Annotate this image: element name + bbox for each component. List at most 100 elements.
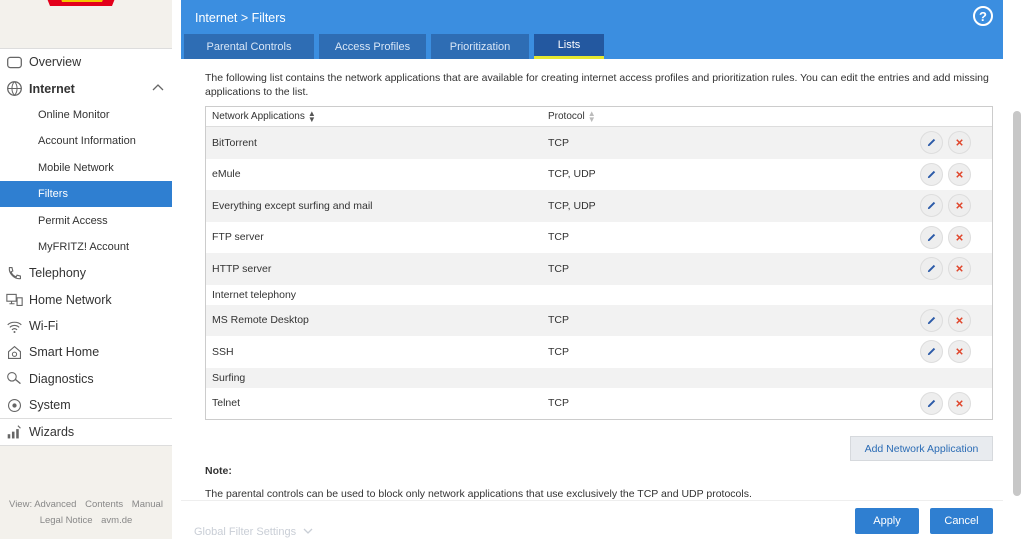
app-protocol: TCP — [548, 262, 569, 275]
delete-button[interactable] — [948, 225, 971, 249]
app-name: eMule — [212, 168, 241, 181]
close-icon — [956, 170, 963, 178]
sort-icon: ▲ ▼ — [587, 108, 596, 124]
app-name: Surfing — [212, 371, 246, 384]
tab-lists[interactable]: Lists — [534, 34, 604, 59]
avm-link[interactable]: avm.de — [101, 515, 132, 526]
nav-account-information[interactable]: Account Information — [0, 128, 172, 154]
app-name: Internet telephony — [212, 288, 297, 301]
action-bar: Global Filter Settings Apply Cancel — [181, 500, 1003, 539]
overview-icon — [5, 53, 23, 71]
nav-wifi[interactable]: Wi-Fi — [0, 313, 172, 339]
edit-button[interactable] — [920, 194, 943, 218]
nav-label: Internet — [29, 81, 75, 96]
tab-prioritization[interactable]: Prioritization — [431, 34, 529, 59]
table-row: SSH TCP — [206, 336, 992, 368]
add-network-application-button[interactable]: Add Network Application — [850, 436, 993, 461]
app-name: MS Remote Desktop — [212, 314, 309, 327]
nav-label: Overview — [29, 55, 82, 70]
close-icon — [956, 202, 963, 210]
intro-text: The following list contains the network … — [205, 72, 989, 98]
main-content: The following list contains the network … — [181, 59, 1003, 539]
close-icon — [956, 265, 963, 273]
close-icon — [956, 399, 963, 407]
cancel-button[interactable]: Cancel — [930, 508, 993, 534]
column-header-label: Protocol — [548, 111, 585, 122]
app-name: FTP server — [212, 231, 264, 244]
pencil-icon — [927, 139, 936, 147]
edit-button[interactable] — [920, 340, 943, 364]
nav-label: Telephony — [29, 266, 86, 281]
nav-diagnostics[interactable]: Diagnostics — [0, 366, 172, 392]
chevron-down-icon — [303, 528, 313, 534]
pencil-icon — [927, 202, 936, 210]
nav-internet[interactable]: Internet — [0, 75, 172, 101]
edit-button[interactable] — [920, 162, 943, 186]
pencil-icon — [927, 233, 936, 241]
wizards-icon — [5, 423, 23, 441]
pencil-icon — [927, 348, 936, 356]
column-header-protocol[interactable]: Protocol ▲ ▼ — [542, 108, 596, 124]
fritz-logo[interactable] — [38, 0, 124, 20]
tab-parental-controls[interactable]: Parental Controls — [184, 34, 314, 59]
app-name: Everything except surfing and mail — [212, 199, 373, 212]
app-name: BitTorrent — [212, 136, 257, 149]
nav-mobile-network[interactable]: Mobile Network — [0, 155, 172, 181]
scrollbar-thumb[interactable] — [1013, 111, 1021, 496]
delete-button[interactable] — [948, 340, 971, 364]
nav-wizards[interactable]: Wizards — [0, 418, 172, 444]
apply-button[interactable]: Apply — [855, 508, 919, 534]
nav-telephony[interactable]: Telephony — [0, 260, 172, 286]
nav-permit-access[interactable]: Permit Access — [0, 207, 172, 233]
delete-button[interactable] — [948, 162, 971, 186]
nav-label: Online Monitor — [38, 108, 110, 121]
globe-icon — [5, 80, 23, 98]
table-row: Surfing — [206, 367, 992, 388]
app-protocol: TCP — [548, 136, 569, 149]
nav-smart-home[interactable]: Smart Home — [0, 339, 172, 365]
global-filter-settings-toggle[interactable]: Global Filter Settings — [194, 526, 313, 538]
main-navigation: Overview Internet Online Monitor Account… — [0, 48, 172, 446]
delete-button[interactable] — [948, 308, 971, 332]
chevron-up-icon[interactable] — [152, 82, 164, 94]
nav-online-monitor[interactable]: Online Monitor — [0, 102, 172, 128]
edit-button[interactable] — [920, 225, 943, 249]
note-label: Note: — [205, 465, 232, 477]
app-name: SSH — [212, 345, 234, 358]
nav-system[interactable]: System — [0, 392, 172, 418]
delete-button[interactable] — [948, 257, 971, 281]
app-name: HTTP server — [212, 262, 272, 275]
close-icon — [956, 316, 963, 324]
nav-myfritz-account[interactable]: MyFRITZ! Account — [0, 234, 172, 260]
note-text: The parental controls can be used to blo… — [205, 488, 752, 500]
global-filter-settings-label: Global Filter Settings — [194, 526, 297, 538]
contents-link[interactable]: Contents — [85, 499, 123, 510]
tab-access-profiles[interactable]: Access Profiles — [319, 34, 426, 59]
edit-button[interactable] — [920, 308, 943, 332]
app-name: Telnet — [212, 397, 241, 410]
page-header: Internet > Filters ? Parental Controls A… — [181, 0, 1003, 59]
delete-button[interactable] — [948, 131, 971, 155]
table-row: Everything except surfing and mail TCP, … — [206, 190, 992, 222]
delete-button[interactable] — [948, 194, 971, 218]
edit-button[interactable] — [920, 257, 943, 281]
nav-overview[interactable]: Overview — [0, 49, 172, 75]
nav-home-network[interactable]: Home Network — [0, 287, 172, 313]
sort-icon: ▲ ▼ — [307, 108, 316, 124]
nav-label: Permit Access — [38, 214, 108, 227]
breadcrumb: Internet > Filters — [195, 11, 286, 25]
close-icon — [956, 139, 963, 147]
delete-button[interactable] — [948, 391, 971, 415]
pencil-icon — [927, 399, 936, 407]
app-protocol: TCP, UDP — [548, 199, 596, 212]
system-icon — [5, 396, 23, 414]
manual-link[interactable]: Manual — [132, 499, 163, 510]
legal-notice-link[interactable]: Legal Notice — [40, 515, 93, 526]
edit-button[interactable] — [920, 391, 943, 415]
view-mode-link[interactable]: View: Advanced — [9, 499, 76, 510]
edit-button[interactable] — [920, 131, 943, 155]
column-header-network-applications[interactable]: Network Applications ▲ ▼ — [206, 108, 542, 124]
column-header-label: Network Applications — [212, 111, 305, 122]
help-button[interactable]: ? — [973, 6, 993, 26]
nav-filters[interactable]: Filters — [0, 180, 172, 208]
